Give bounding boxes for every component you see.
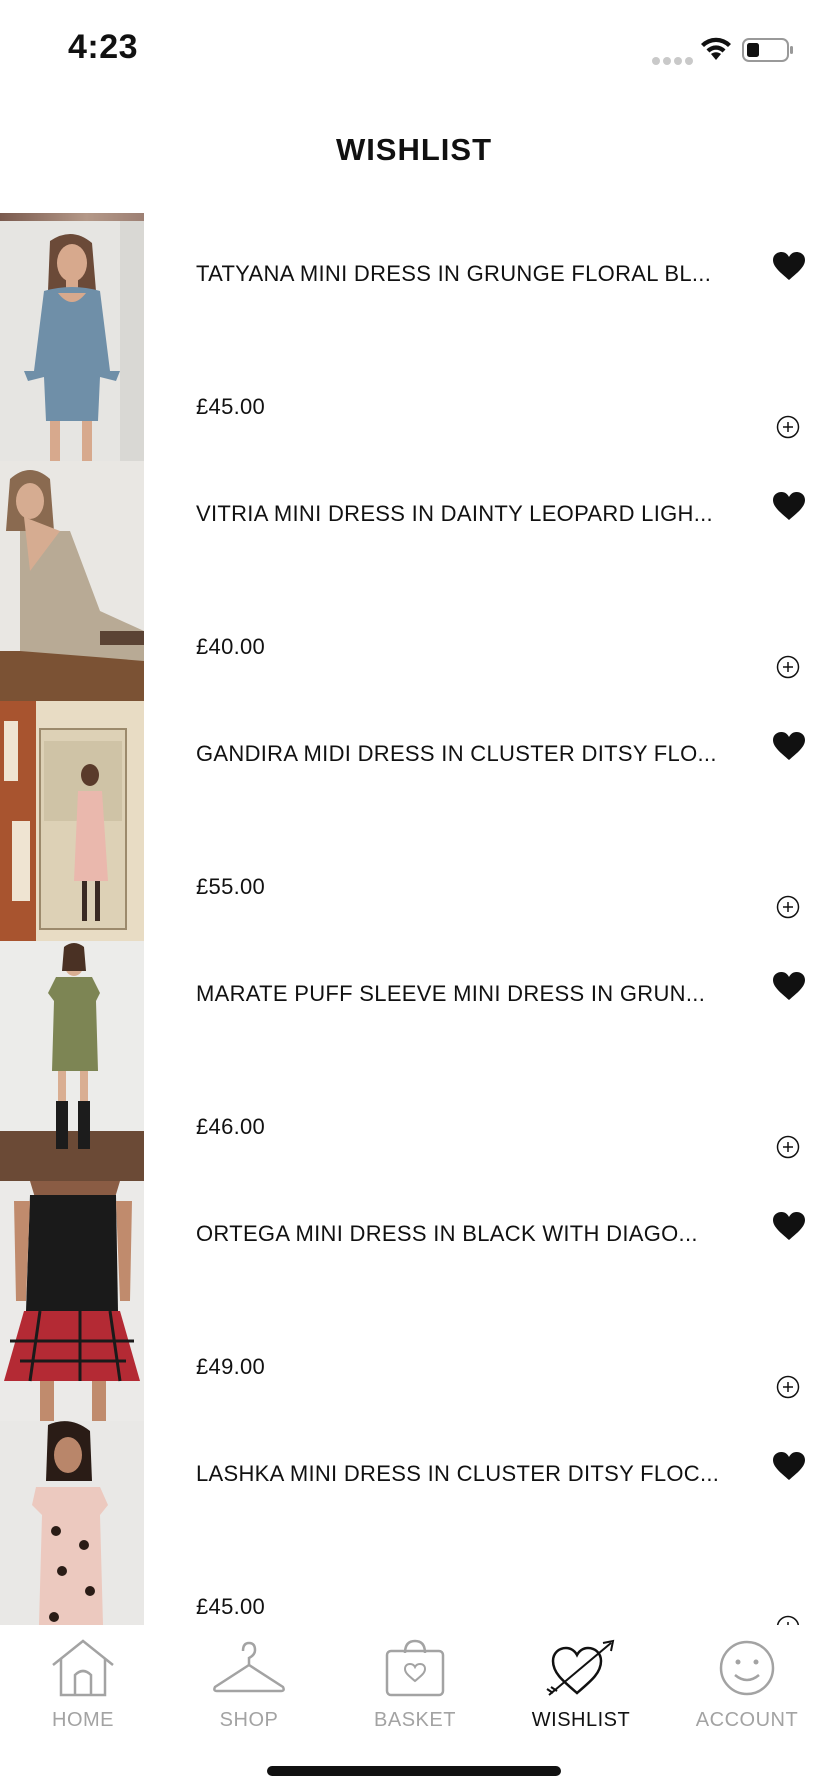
product-name[interactable]: LASHKA MINI DRESS IN CLUSTER DITSY FLOC.… [196, 1461, 736, 1487]
product-image[interactable] [0, 461, 144, 701]
home-indicator [267, 1766, 561, 1776]
previous-item-image-edge [0, 213, 144, 221]
wishlist-item[interactable]: VITRIA MINI DRESS IN DAINTY LEOPARD LIGH… [0, 461, 828, 701]
status-bar: 4:23 [0, 0, 828, 100]
add-to-basket-icon[interactable] [776, 655, 800, 679]
tab-basket[interactable]: BASKET [332, 1637, 498, 1737]
favorite-heart-icon[interactable] [772, 731, 806, 761]
favorite-heart-icon[interactable] [772, 1451, 806, 1481]
wishlist-list[interactable]: TATYANA MINI DRESS IN GRUNGE FLORAL BL..… [0, 213, 828, 1625]
wishlist-item[interactable]: TATYANA MINI DRESS IN GRUNGE FLORAL BL..… [0, 221, 828, 461]
hanger-icon [213, 1641, 285, 1693]
battery-icon [742, 38, 793, 62]
product-price: £46.00 [196, 1114, 266, 1139]
signal-dots-icon [652, 52, 696, 70]
product-image[interactable] [0, 1181, 144, 1421]
product-name[interactable]: MARATE PUFF SLEEVE MINI DRESS IN GRUN... [196, 981, 736, 1007]
add-to-basket-icon[interactable] [776, 895, 800, 919]
status-time: 4:23 [68, 28, 139, 66]
product-name[interactable]: TATYANA MINI DRESS IN GRUNGE FLORAL BL..… [196, 261, 736, 287]
heart-arrow-icon [546, 1639, 615, 1696]
wishlist-item[interactable]: ORTEGA MINI DRESS IN BLACK WITH DIAGO...… [0, 1181, 828, 1421]
product-name[interactable]: ORTEGA MINI DRESS IN BLACK WITH DIAGO... [196, 1221, 736, 1247]
add-to-basket-icon[interactable] [776, 1615, 800, 1625]
product-name[interactable]: VITRIA MINI DRESS IN DAINTY LEOPARD LIGH… [196, 501, 736, 527]
tab-label: SHOP [219, 1709, 279, 1731]
tab-shop[interactable]: SHOP [166, 1637, 332, 1737]
tab-account[interactable]: ACCOUNT [664, 1637, 828, 1737]
favorite-heart-icon[interactable] [772, 971, 806, 1001]
tab-label: HOME [52, 1709, 114, 1731]
tab-home[interactable]: HOME [0, 1637, 166, 1737]
tab-label: ACCOUNT [695, 1709, 799, 1731]
product-image[interactable] [0, 941, 144, 1181]
product-image[interactable] [0, 221, 144, 461]
tab-label: BASKET [374, 1709, 456, 1731]
favorite-heart-icon[interactable] [772, 491, 806, 521]
product-image[interactable] [0, 701, 144, 941]
wishlist-item[interactable]: MARATE PUFF SLEEVE MINI DRESS IN GRUN...… [0, 941, 828, 1181]
smiley-icon [719, 1640, 775, 1696]
add-to-basket-icon[interactable] [776, 1135, 800, 1159]
favorite-heart-icon[interactable] [772, 1211, 806, 1241]
product-name[interactable]: GANDIRA MIDI DRESS IN CLUSTER DITSY FLO.… [196, 741, 736, 767]
favorite-heart-icon[interactable] [772, 251, 806, 281]
product-price: £49.00 [196, 1354, 266, 1379]
home-icon [52, 1639, 114, 1697]
wishlist-item[interactable]: LASHKA MINI DRESS IN CLUSTER DITSY FLOC.… [0, 1421, 828, 1625]
product-price: £55.00 [196, 874, 266, 899]
add-to-basket-icon[interactable] [776, 1375, 800, 1399]
wifi-icon [701, 37, 731, 60]
page-title: WISHLIST [335, 132, 493, 167]
product-price: £40.00 [196, 634, 266, 659]
basket-icon [385, 1639, 445, 1697]
product-price: £45.00 [196, 1594, 266, 1619]
product-image[interactable] [0, 1421, 144, 1625]
tab-wishlist[interactable]: WISHLIST [498, 1637, 664, 1737]
wishlist-item[interactable]: GANDIRA MIDI DRESS IN CLUSTER DITSY FLO.… [0, 701, 828, 941]
add-to-basket-icon[interactable] [776, 415, 800, 439]
product-price: £45.00 [196, 394, 266, 419]
tab-label: WISHLIST [531, 1709, 631, 1731]
